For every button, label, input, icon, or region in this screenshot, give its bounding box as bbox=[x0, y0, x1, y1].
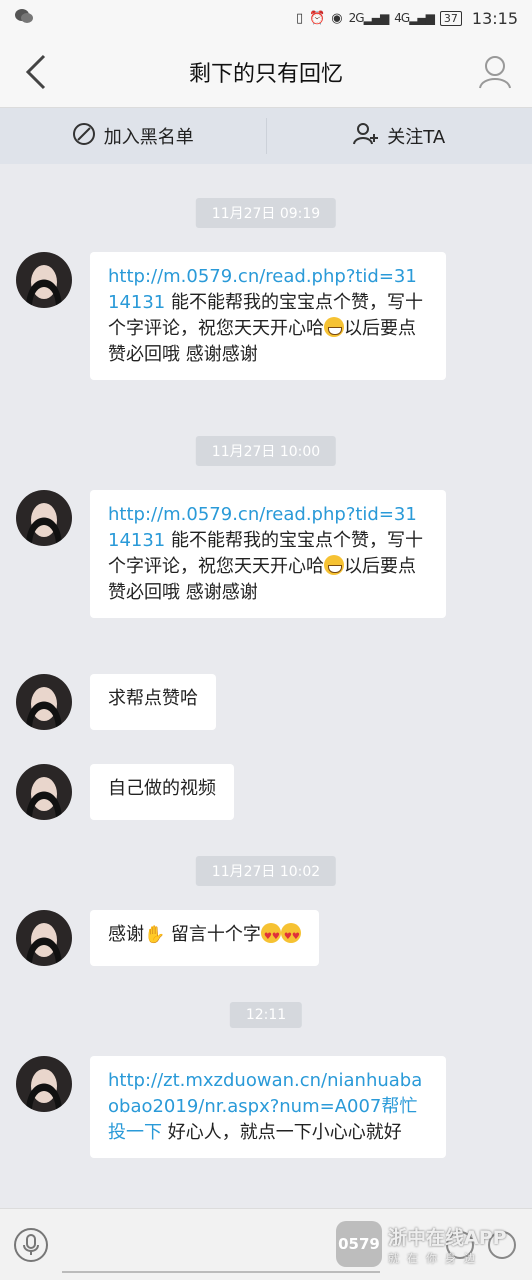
follow-button[interactable]: 关注TA bbox=[267, 108, 532, 164]
status-bar: ▯ ⏰ ◉ 2G▂▄▆ 4G▂▄▆ 37 13:15 bbox=[0, 0, 532, 36]
add-to-blacklist-button[interactable]: 加入黑名单 bbox=[0, 108, 266, 164]
message-text: 留言十个字 bbox=[165, 924, 261, 945]
chat-area[interactable]: 11月27日 09:19 http://m.0579.cn/read.php?t… bbox=[0, 164, 532, 1208]
grin-emoji-icon bbox=[324, 317, 344, 337]
heart-eyes-emoji-icon bbox=[280, 923, 301, 950]
message-row: 求帮点赞哈 bbox=[16, 674, 516, 730]
clock: 13:15 bbox=[471, 8, 518, 28]
message-bubble[interactable]: http://zt.mxzduowan.cn/nianhuabaobao2019… bbox=[90, 1056, 446, 1158]
message-row: 感谢✋ 留言十个字 bbox=[16, 910, 516, 966]
signal-icon-2: 4G▂▄▆ bbox=[394, 11, 435, 25]
timestamp: 11月27日 10:00 bbox=[195, 436, 337, 466]
user-profile-icon[interactable] bbox=[478, 54, 512, 90]
nav-bar: 剩下的只有回忆 bbox=[0, 36, 532, 108]
watermark-logo: 0579 bbox=[336, 1221, 382, 1267]
voice-input-button[interactable] bbox=[14, 1228, 48, 1262]
page-title: 剩下的只有回忆 bbox=[188, 61, 343, 87]
timestamp: 11月27日 10:02 bbox=[195, 856, 337, 886]
back-icon[interactable] bbox=[22, 54, 52, 90]
action-bar: 加入黑名单 关注TA bbox=[0, 108, 532, 164]
avatar[interactable] bbox=[16, 490, 72, 546]
avatar[interactable] bbox=[16, 1056, 72, 1112]
avatar[interactable] bbox=[16, 910, 72, 966]
message-text: 感谢 bbox=[108, 924, 144, 945]
message-row: http://m.0579.cn/read.php?tid=3114131 能不… bbox=[16, 490, 516, 618]
microphone-icon bbox=[23, 1234, 39, 1255]
heart-eyes-emoji-icon bbox=[260, 923, 281, 950]
avatar[interactable] bbox=[16, 674, 72, 730]
eye-icon: ◉ bbox=[331, 10, 343, 26]
grin-emoji-icon bbox=[324, 555, 344, 575]
message-bubble[interactable]: 感谢✋ 留言十个字 bbox=[90, 910, 319, 966]
message-bubble[interactable]: 求帮点赞哈 bbox=[90, 674, 216, 730]
alarm-icon: ⏰ bbox=[309, 10, 326, 26]
timestamp: 11月27日 09:19 bbox=[195, 198, 337, 228]
pray-emoji-icon: ✋ bbox=[144, 925, 166, 945]
watermark-slogan: 就在你身边 bbox=[388, 1251, 483, 1265]
watermark: 0579 浙中在线APP 就在你身边 bbox=[336, 1221, 507, 1267]
message-bubble[interactable]: http://m.0579.cn/read.php?tid=3114131 能不… bbox=[90, 252, 446, 380]
message-input[interactable] bbox=[62, 1271, 380, 1273]
timestamp: 12:11 bbox=[229, 1002, 303, 1028]
watermark-name: 浙中在线APP bbox=[388, 1226, 507, 1249]
input-bar: 0579 浙中在线APP 就在你身边 bbox=[0, 1208, 532, 1280]
battery-icon: 37 bbox=[439, 10, 462, 26]
message-row: 自己做的视频 bbox=[16, 764, 516, 820]
follow-label: 关注TA bbox=[387, 127, 446, 148]
wechat-icon bbox=[14, 8, 34, 28]
avatar[interactable] bbox=[16, 764, 72, 820]
add-to-blacklist-label: 加入黑名单 bbox=[103, 127, 194, 148]
add-user-icon bbox=[353, 122, 379, 151]
message-row: http://m.0579.cn/read.php?tid=3114131 能不… bbox=[16, 252, 516, 380]
signal-icon-1: 2G▂▄▆ bbox=[348, 11, 390, 25]
message-text: 好心人，就点一下小心心就好 bbox=[162, 1122, 402, 1143]
avatar[interactable] bbox=[16, 252, 72, 308]
message-bubble[interactable]: http://m.0579.cn/read.php?tid=3114131 能不… bbox=[90, 490, 446, 618]
message-bubble[interactable]: 自己做的视频 bbox=[90, 764, 234, 820]
block-icon bbox=[72, 122, 96, 151]
vibrate-icon: ▯ bbox=[295, 10, 304, 26]
message-row: http://zt.mxzduowan.cn/nianhuabaobao2019… bbox=[16, 1056, 516, 1158]
